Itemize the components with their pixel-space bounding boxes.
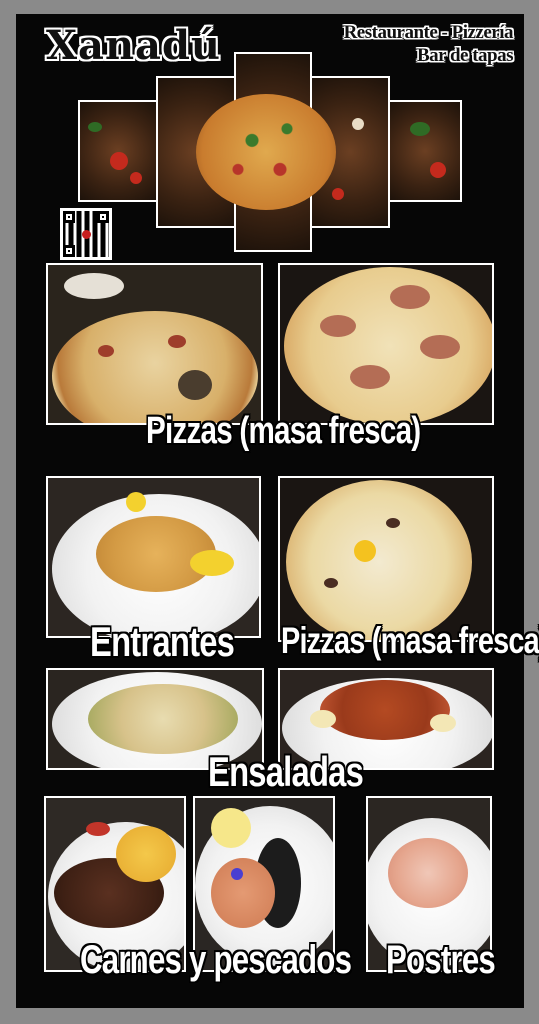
section-label-ensaladas: Ensaladas	[208, 748, 364, 795]
photo-pizza-2	[278, 263, 494, 425]
section-label-postres: Postres	[386, 938, 496, 982]
section-label-carnes-pescados: Carnes y pescados	[80, 938, 352, 982]
restaurant-logo-text: Xanadú	[46, 22, 222, 69]
subtitle-restaurant: Restaurante - Pizzería	[343, 22, 514, 43]
collage-panel-right	[388, 100, 462, 202]
section-label-pizzas-2: Pizzas (masa fresca)	[281, 620, 539, 661]
section-label-entrantes: Entrantes	[90, 618, 235, 665]
photo-pizza-3	[278, 476, 494, 642]
subtitle-tapas: Bar de tapas	[416, 45, 514, 66]
photo-entrantes	[46, 476, 261, 638]
collage-panel-left	[78, 100, 158, 202]
photo-pizza-1	[46, 263, 263, 425]
qr-code[interactable]	[60, 208, 112, 260]
collage-pizza	[196, 94, 336, 210]
section-label-pizzas: Pizzas (masa fresca)	[146, 410, 421, 452]
